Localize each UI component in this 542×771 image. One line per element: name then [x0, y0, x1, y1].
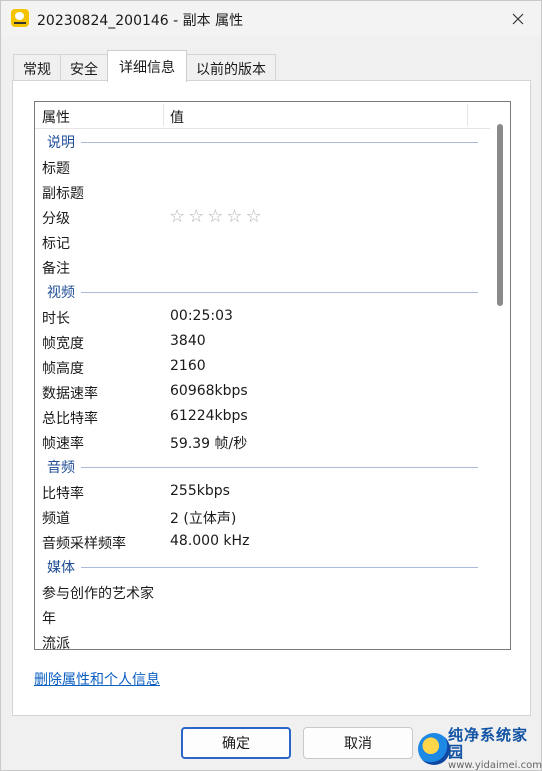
watermark-text: 纯净系统家园 www.yidaimei.com	[448, 727, 542, 771]
list-item[interactable]: 流派	[35, 629, 490, 649]
property-value: 3840	[170, 333, 206, 349]
close-icon	[512, 13, 524, 25]
list-item[interactable]: 频道 2 (立体声)	[35, 504, 490, 529]
title-bar: 20230824_200146 - 副本 属性	[1, 1, 541, 37]
list-item[interactable]: 帧速率 59.39 帧/秒	[35, 429, 490, 454]
property-name: 比特率	[42, 486, 84, 502]
property-name: 标题	[42, 161, 70, 177]
group-header-media: 媒体	[35, 554, 490, 579]
watermark: 纯净系统家园 www.yidaimei.com	[414, 727, 542, 771]
group-divider	[47, 142, 478, 143]
group-label: 音频	[47, 457, 81, 477]
list-item[interactable]: 备注	[35, 254, 490, 279]
property-name: 数据速率	[42, 386, 98, 402]
list-item[interactable]: 时长 00:25:03	[35, 304, 490, 329]
list-item[interactable]: 比特率 255kbps	[35, 479, 490, 504]
watermark-title: 纯净系统家园	[448, 726, 529, 761]
property-name: 年	[42, 611, 56, 627]
list-item[interactable]: 标题	[35, 154, 490, 179]
property-name: 音频采样频率	[42, 536, 126, 552]
properties-window: 20230824_200146 - 副本 属性 常规 安全 详细信息 以前的版本…	[0, 0, 542, 771]
list-item[interactable]: 帧宽度 3840	[35, 329, 490, 354]
star-icon[interactable]: ☆	[246, 206, 265, 227]
property-name: 帧速率	[42, 436, 84, 452]
list-item[interactable]: 总比特率 61224kbps	[35, 404, 490, 429]
list-item[interactable]: 标记	[35, 229, 490, 254]
ok-button[interactable]: 确定	[181, 727, 291, 759]
property-value: 2 (立体声)	[170, 511, 237, 527]
column-header-value[interactable]: 值	[170, 107, 184, 127]
vertical-scrollbar[interactable]	[490, 102, 510, 649]
group-header-video: 视频	[35, 279, 490, 304]
cancel-button[interactable]: 取消	[303, 727, 413, 759]
tab-details[interactable]: 详细信息	[107, 50, 187, 82]
property-value: 59.39 帧/秒	[170, 436, 248, 452]
star-icon[interactable]: ☆	[207, 206, 226, 227]
window-title: 20230824_200146 - 副本 属性	[37, 13, 244, 29]
list-item[interactable]: 分级 ☆☆☆☆☆	[35, 204, 490, 229]
watermark-logo-icon	[414, 729, 451, 769]
group-header-description: 说明	[35, 129, 490, 154]
group-label: 视频	[47, 282, 81, 302]
star-icon[interactable]: ☆	[188, 206, 207, 227]
tab-general[interactable]: 常规	[13, 54, 61, 82]
property-value: 60968kbps	[170, 383, 248, 399]
property-name: 帧宽度	[42, 336, 84, 352]
app-icon	[11, 9, 29, 27]
list-item[interactable]: 帧高度 2160	[35, 354, 490, 379]
property-name: 时长	[42, 311, 70, 327]
list-rows: 说明 标题 副标题 分级 ☆☆☆☆☆ 标记 备注 视频 时长00:25:03	[35, 129, 490, 649]
star-icon[interactable]: ☆	[169, 206, 188, 227]
property-name: 副标题	[42, 186, 84, 202]
property-name: 参与创作的艺术家	[42, 586, 154, 602]
property-name: 备注	[42, 261, 70, 277]
property-name: 分级	[42, 211, 70, 227]
group-header-audio: 音频	[35, 454, 490, 479]
column-separator[interactable]	[163, 104, 164, 126]
list-item[interactable]: 音频采样频率 48.000 kHz	[35, 529, 490, 554]
remove-properties-link[interactable]: 删除属性和个人信息	[34, 669, 160, 689]
list-item[interactable]: 副标题	[35, 179, 490, 204]
watermark-url: www.yidaimei.com	[448, 760, 542, 771]
column-separator[interactable]	[467, 104, 468, 126]
tab-strip: 常规 安全 详细信息 以前的版本	[13, 50, 276, 82]
property-name: 帧高度	[42, 361, 84, 377]
property-value: 61224kbps	[170, 408, 248, 424]
property-name: 标记	[42, 236, 70, 252]
rating-stars[interactable]: ☆☆☆☆☆	[169, 206, 265, 227]
close-button[interactable]	[495, 1, 541, 37]
list-item[interactable]: 参与创作的艺术家	[35, 579, 490, 604]
group-divider	[47, 467, 478, 468]
list-item[interactable]: 年	[35, 604, 490, 629]
property-name: 频道	[42, 511, 70, 527]
column-header-property[interactable]: 属性	[42, 107, 70, 127]
property-value: 48.000 kHz	[170, 533, 250, 549]
property-value: 2160	[170, 358, 206, 374]
tab-security[interactable]: 安全	[60, 54, 108, 82]
group-divider	[47, 567, 478, 568]
list-item[interactable]: 数据速率 60968kbps	[35, 379, 490, 404]
group-label: 媒体	[47, 557, 81, 577]
property-name: 流派	[42, 636, 70, 649]
property-value: 255kbps	[170, 483, 230, 499]
details-panel: 属性 值 说明 标题 副标题 分级 ☆☆☆☆☆ 标记 备注 视频 时长 00:2…	[12, 80, 531, 716]
group-label: 说明	[47, 132, 81, 152]
property-value: 00:25:03	[170, 308, 233, 324]
group-divider	[47, 292, 478, 293]
property-name: 总比特率	[42, 411, 98, 427]
property-list[interactable]: 属性 值 说明 标题 副标题 分级 ☆☆☆☆☆ 标记 备注 视频 时长 00:2…	[34, 101, 511, 650]
scrollbar-thumb[interactable]	[497, 124, 503, 306]
tab-previous-versions[interactable]: 以前的版本	[186, 54, 276, 82]
list-header: 属性 值	[35, 102, 490, 129]
star-icon[interactable]: ☆	[226, 206, 245, 227]
